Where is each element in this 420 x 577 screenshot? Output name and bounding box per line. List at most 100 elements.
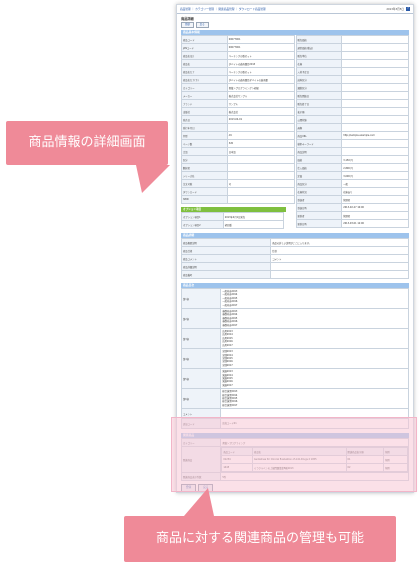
basic-right-table: 販売価格 通常価格(税込) 販売単位 在庫 入荷予定日 送料区分 課税区分 販売開始日 販売終了… [295, 35, 410, 228]
basic-left-value: 00077001 [226, 35, 295, 44]
option-value: 初回版 [222, 220, 285, 229]
basic-right-key: 価格 [295, 155, 343, 164]
basic-left-value: 日本語 [226, 147, 295, 156]
content-row: 第4章 実践2013 実践2014 実践2015 実践2016 実践2017 [180, 348, 409, 370]
content-row: 第1章 一般内容2013 一般内容2014 一般内容2015 一般内容2016 一般内容2… [180, 287, 409, 310]
basic-left-key: 注文可能 [181, 179, 228, 188]
basic-right-key: 入荷予定日 [295, 67, 343, 76]
basic-right-row: 仕入価格 2,800 円 [295, 163, 409, 172]
top-button-row: 登録 戻る [181, 22, 409, 28]
basic-right-row: 販売終了日 [295, 99, 409, 108]
detail-value [270, 262, 409, 271]
basic-left-key: 商品名(正) [181, 51, 228, 60]
basic-left-key: 商品名カナ [181, 67, 228, 76]
basic-right-row: 販売価格 [295, 35, 409, 44]
back-button[interactable]: 戻る [195, 22, 209, 28]
basic-left-key: 判型 [181, 131, 228, 140]
basic-right-key: 表示順 [295, 107, 343, 116]
basic-right-key: 販売価格 [295, 35, 343, 44]
content-line: 実践2017 [222, 363, 233, 367]
basic-left-row: 発行年月日 [181, 123, 295, 132]
content-lines: 実践2013 実践2014 実践2015 実践2016 実践2017 [220, 348, 409, 370]
content-line: 総合演習2017 [222, 403, 238, 407]
basic-right-key: 仕入価格 [295, 163, 343, 172]
basic-left-key: ダウンロード [181, 187, 228, 196]
basic-left-row: 出版社 株式会社 [181, 107, 295, 116]
basic-left-value: A5 [226, 131, 295, 140]
content-key: 第5章 [180, 368, 222, 390]
basic-left-row: シリーズ名 [181, 171, 295, 180]
basic-right-key: 公開状態 [295, 115, 343, 124]
detail-key: 商品備考 [180, 270, 272, 279]
basic-right-key: 販売開始日 [295, 91, 343, 100]
basic-right-value [341, 115, 409, 124]
detail-value [270, 270, 409, 279]
detail-row: 商品仕様 仕様 [180, 246, 409, 255]
content-line: 一般内容2017 [222, 303, 238, 307]
basic-left-key: 商品コード [181, 35, 228, 44]
basic-right-key: 定価 [295, 171, 343, 180]
callout-detail-screen: 商品情報の詳細画面 [6, 121, 170, 193]
basic-right-key: 更新者 [295, 211, 343, 220]
callout-related-tail [184, 488, 214, 516]
basic-left-value: ベーチングの歌セット [226, 51, 295, 60]
basic-right-key: 在庫 [295, 59, 343, 68]
basic-right-key: 販売単位 [295, 51, 343, 60]
content-row: 第3章 応用2013 応用2014 応用2015 応用2016 応用2017 [180, 328, 409, 350]
basic-left-key: 言語 [181, 147, 228, 156]
basic-right-value: 管理者 [341, 195, 409, 204]
related-highlight-box [171, 417, 417, 492]
basic-right-value [341, 59, 409, 68]
content-line: 基礎内容2017 [222, 323, 238, 327]
content-lines: 基礎内容2013 基礎内容2014 基礎内容2015 基礎内容2016 基礎内容2017 [220, 308, 409, 330]
basic-left-key: 出版社 [181, 107, 228, 116]
basic-left-row: メーカー 株式会社サンプル [181, 91, 295, 100]
basic-left-col: 商品コード 00077001 JANコード 00077001 商品名(正) ベーチングの歌… [181, 35, 295, 229]
basic-right-row: 在庫状況 在庫あり [295, 187, 409, 196]
basic-right-row: 価格 3,150 円 [295, 155, 409, 164]
basic-right-key: 課税区分 [295, 83, 343, 92]
register-button[interactable]: 登録 [181, 22, 194, 28]
help-icon[interactable]: ? [406, 7, 410, 11]
basic-right-key: 商品区分 [295, 179, 343, 188]
basic-left-value: ダバイトの森雨量目ダバイトの森雨量 [226, 75, 295, 84]
basic-left-value: ダバイトの森雨量目2013 [226, 59, 295, 68]
option-key: オプション項目1 [181, 212, 224, 221]
content-key: 第2章 [180, 308, 222, 330]
basic-left-table: 商品コード 00077001 JANコード 00077001 商品名(正) ベーチングの歌… [181, 35, 295, 204]
basic-left-key: 商品名 [181, 59, 228, 68]
basic-right-value [341, 75, 409, 84]
content-key: 第4章 [180, 348, 222, 370]
basic-right-value: 在庫あり [341, 187, 409, 196]
basic-right-value [341, 147, 409, 156]
basic-right-value [341, 99, 409, 108]
basic-right-value [341, 51, 409, 60]
content-lines: 発展2013 発展2014 発展2015 発展2016 発展2017 [220, 368, 409, 390]
basic-left-row: 商品名(正) ベーチングの歌セット [181, 51, 295, 60]
basic-left-value: 株式会社サンプル [226, 91, 295, 100]
basic-right-value: 3,000 円 [341, 171, 409, 180]
basic-left-key: ページ数 [181, 139, 228, 148]
basic-left-value [226, 187, 295, 196]
breadcrumb[interactable]: 商品管理 ｜ カテゴリー管理 ｜ 関連商品管理 ｜ ダウンロード商品管理 [180, 7, 266, 11]
basic-left-key: ISBN [181, 195, 228, 204]
basic-right-row: 登録日時 2013-02-27 10:00 [295, 203, 409, 212]
basic-right-row: 定価 3,000 円 [295, 171, 409, 180]
option-row: オプション項目1 2013年4月1日発売 [181, 212, 285, 221]
basic-left-value: 00077001 [226, 43, 295, 52]
basic-left-key: カテゴリー [181, 83, 228, 92]
basic-left-row: ページ数 320 [181, 139, 295, 148]
content-key: 第6章 [180, 388, 222, 410]
basic-left-value: 2013-04-01 [226, 115, 295, 124]
basic-left-value: 可 [226, 179, 295, 188]
basic-left-row: 商品コード 00077001 [181, 35, 295, 44]
content-line [222, 412, 407, 415]
basic-right-row: 表示順 [295, 107, 409, 116]
detail-row: 商品備考 [180, 270, 409, 279]
basic-right-row: 公開状態 [295, 115, 409, 124]
basic-right-value [341, 35, 409, 44]
basic-left-value [226, 123, 295, 132]
content-lines: 総合演習2013 総合演習2014 総合演習2015 総合演習2016 総合演習2017 [220, 388, 409, 410]
basic-right-value: 3,150 円 [341, 155, 409, 164]
basic-right-value: 2013-02-27 10:00 [341, 203, 409, 212]
